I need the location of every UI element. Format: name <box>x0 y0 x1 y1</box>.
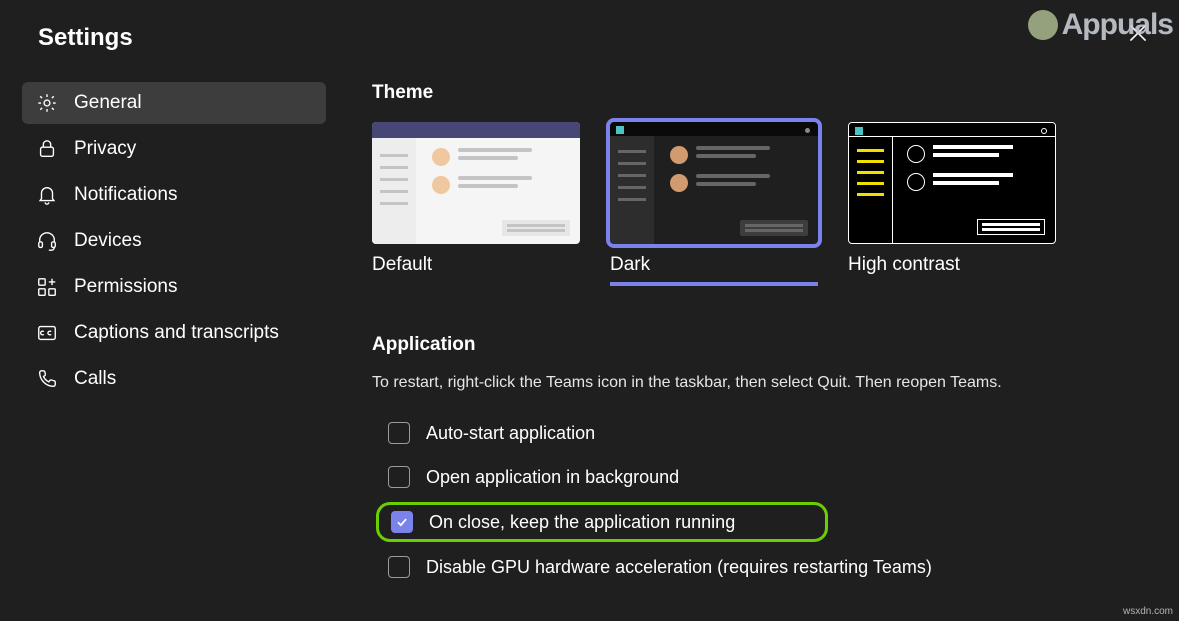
checkbox-label: Open application in background <box>426 467 679 488</box>
page-title: Settings <box>0 0 1179 52</box>
grid-plus-icon <box>36 276 58 298</box>
sidebar-item-privacy[interactable]: Privacy <box>22 128 326 170</box>
theme-preview-dark <box>610 122 818 244</box>
theme-preview-default <box>372 122 580 244</box>
application-description: To restart, right-click the Teams icon i… <box>372 374 1139 392</box>
checkbox-row-keep-running[interactable]: On close, keep the application running <box>376 502 828 542</box>
checkbox-label: On close, keep the application running <box>429 512 735 533</box>
theme-heading: Theme <box>372 82 1139 104</box>
theme-label: Dark <box>610 254 818 276</box>
lock-icon <box>36 138 58 160</box>
gear-icon <box>36 92 58 114</box>
theme-preview-high-contrast <box>848 122 1056 244</box>
checkbox-icon[interactable] <box>388 556 410 578</box>
sidebar-item-permissions[interactable]: Permissions <box>22 266 326 308</box>
captions-icon <box>36 322 58 344</box>
checkbox-icon[interactable] <box>391 511 413 533</box>
headset-icon <box>36 230 58 252</box>
sidebar-item-label: Captions and transcripts <box>74 322 279 344</box>
theme-option-default[interactable]: Default <box>372 122 580 286</box>
bell-icon <box>36 184 58 206</box>
theme-row: Default Dark <box>372 122 1139 286</box>
sidebar-item-label: Permissions <box>74 276 177 298</box>
theme-option-dark[interactable]: Dark <box>610 122 818 286</box>
sidebar-item-general[interactable]: General <box>22 82 326 124</box>
checkbox-label: Disable GPU hardware acceleration (requi… <box>426 557 932 578</box>
sidebar-item-label: Calls <box>74 368 116 390</box>
checkbox-row-auto-start[interactable]: Auto-start application <box>376 414 1139 452</box>
checkbox-row-open-background[interactable]: Open application in background <box>376 458 1139 496</box>
theme-option-high-contrast[interactable]: High contrast <box>848 122 1056 286</box>
phone-icon <box>36 368 58 390</box>
sidebar-item-label: Privacy <box>74 138 136 160</box>
sidebar-item-calls[interactable]: Calls <box>22 358 326 400</box>
application-heading: Application <box>372 334 1139 356</box>
theme-selected-underline <box>610 282 818 286</box>
checkbox-icon[interactable] <box>388 466 410 488</box>
sidebar-item-label: General <box>74 92 142 114</box>
settings-sidebar: General Privacy Notifications Devices <box>0 82 326 592</box>
sidebar-item-label: Devices <box>74 230 142 252</box>
theme-label: High contrast <box>848 254 1056 276</box>
theme-label: Default <box>372 254 580 276</box>
settings-main: Theme Default <box>326 82 1179 592</box>
checkbox-row-disable-gpu[interactable]: Disable GPU hardware acceleration (requi… <box>376 548 1139 586</box>
checkbox-icon[interactable] <box>388 422 410 444</box>
sidebar-item-captions[interactable]: Captions and transcripts <box>22 312 326 354</box>
sidebar-item-notifications[interactable]: Notifications <box>22 174 326 216</box>
settings-window: Settings General Privacy Notifica <box>0 0 1179 621</box>
sidebar-item-devices[interactable]: Devices <box>22 220 326 262</box>
checkbox-label: Auto-start application <box>426 423 595 444</box>
watermark-footer: wsxdn.com <box>1123 606 1173 617</box>
close-icon[interactable] <box>1125 20 1151 46</box>
sidebar-item-label: Notifications <box>74 184 178 206</box>
